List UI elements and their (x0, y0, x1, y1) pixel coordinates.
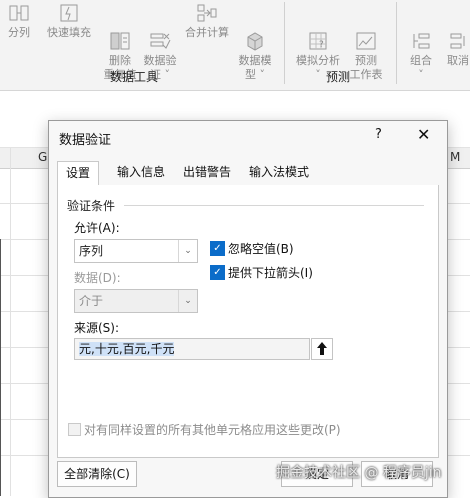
dialog-title: 数据验证 (59, 133, 112, 148)
clear-all-button[interactable]: 全部清除(C) (57, 461, 137, 487)
forecast-sheet-icon (355, 16, 377, 50)
column-header-m[interactable]: M (450, 150, 460, 164)
close-icon: ✕ (417, 125, 431, 144)
dialog-tabs: 设置 输入信息 出错警告 输入法模式 (57, 161, 437, 186)
data-model-icon (244, 16, 266, 51)
checkmark-icon: ✓ (213, 267, 222, 278)
group-forecast-label: 预测 (326, 70, 351, 84)
grid-line (10, 148, 11, 496)
data-select: 介于 ⌄ (74, 289, 198, 313)
ignore-blank-label[interactable]: 忽略空值(B) (228, 240, 294, 257)
checkmark-icon: ✓ (213, 243, 222, 254)
flash-fill-button[interactable]: 快速填充 (40, 2, 98, 40)
cell-border (0, 239, 1, 496)
settings-panel: 验证条件 允许(A): 序列 ⌄ ✓ 忽略空值(B) ✓ 提供下拉箭头(I) 数… (57, 185, 439, 458)
group-label: 组合 ˅ (410, 54, 432, 81)
consolidate-button[interactable]: 合并计算 (182, 2, 232, 40)
forecast-sheet-label: 预测 工作表 (349, 54, 383, 81)
data-model-button[interactable]: 数据模 型 ˅ (232, 2, 278, 82)
group-data-tools-label: 数据工具 (110, 70, 159, 84)
ribbon: 分列 快速填充 删除 重复值 数据验 证 ˅ 合并计算 数据模 型 ˅ 数据工具 (0, 0, 470, 91)
chevron-down-icon: ⌄ (178, 290, 197, 312)
flash-fill-icon (58, 2, 80, 24)
tab-error-alert[interactable]: 出错警告 (175, 161, 239, 184)
close-button[interactable]: ✕ (417, 125, 430, 144)
in-cell-dropdown-checkbox[interactable]: ✓ (210, 265, 225, 280)
apply-all-label: 对有同样设置的所有其他单元格应用这些更改(P) (84, 423, 341, 437)
ungroup-label: 取消 (447, 54, 469, 67)
allow-select[interactable]: 序列 ⌄ (74, 239, 198, 263)
validation-criteria-title: 验证条件 (67, 199, 116, 213)
allow-label: 允许(A): (74, 221, 120, 235)
forecast-sheet-button[interactable]: 预测 工作表 (346, 2, 386, 82)
ribbon-separator (396, 2, 397, 84)
data-validation-icon (149, 16, 171, 49)
ribbon-separator (284, 2, 285, 84)
remove-duplicates-icon (109, 16, 131, 50)
data-select-value: 介于 (79, 294, 104, 308)
text-to-columns-label: 分列 (8, 26, 30, 39)
group-button[interactable]: 组合 ˅ (404, 2, 438, 82)
text-to-columns-icon (8, 2, 30, 24)
ungroup-icon (447, 16, 469, 49)
group-icon (410, 16, 432, 49)
collapse-dialog-button[interactable] (311, 338, 333, 360)
apply-all-checkbox (68, 423, 81, 436)
watermark: 掘金技术社区 @ 程序员jin (276, 465, 442, 481)
consolidate-label: 合并计算 (185, 26, 229, 39)
consolidate-icon (196, 2, 218, 24)
tab-ime-mode[interactable]: 输入法模式 (241, 161, 317, 184)
source-input-value: 元,十元,百元,千元 (79, 342, 175, 356)
data-model-label: 数据模 型 ˅ (238, 54, 272, 81)
data-label: 数据(D): (74, 271, 121, 285)
up-arrow-icon (312, 342, 332, 362)
tab-input-message[interactable]: 输入信息 (109, 161, 173, 184)
source-input[interactable]: 元,十元,百元,千元 (74, 338, 310, 360)
what-if-analysis-icon: ? (307, 16, 329, 50)
section-divider (124, 205, 424, 206)
ignore-blank-checkbox[interactable]: ✓ (210, 241, 225, 256)
help-button[interactable]: ? (375, 127, 382, 142)
flash-fill-label: 快速填充 (47, 26, 91, 39)
allow-select-value: 序列 (79, 244, 104, 258)
source-label: 来源(S): (74, 321, 120, 335)
data-validation-dialog: 数据验证 ? ✕ 设置 输入信息 出错警告 输入法模式 验证条件 允许(A): … (48, 120, 448, 498)
column-header-g[interactable]: G (38, 150, 47, 164)
ungroup-button[interactable]: 取消 (442, 2, 470, 68)
tab-settings[interactable]: 设置 (57, 161, 100, 186)
svg-text:?: ? (319, 40, 324, 50)
chevron-down-icon: ⌄ (178, 240, 197, 262)
in-cell-dropdown-label[interactable]: 提供下拉箭头(I) (228, 264, 313, 281)
text-to-columns-button[interactable]: 分列 (4, 2, 34, 40)
